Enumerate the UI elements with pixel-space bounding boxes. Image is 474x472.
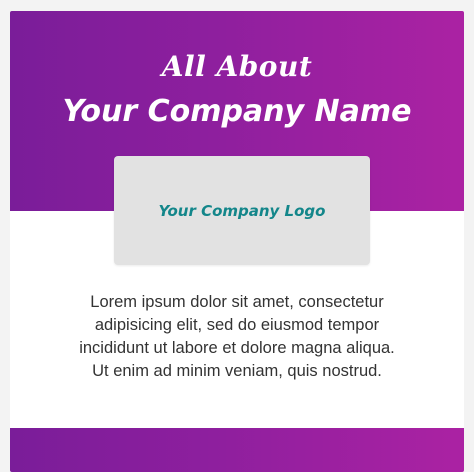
company-card: All About Your Company Name Your Company… (10, 11, 464, 472)
paragraph-line: adipisicing elit, sed do eiusmod tempor (94, 316, 380, 334)
paragraph-line: Lorem ipsum dolor sit amet, consectetur (90, 293, 384, 311)
company-name-heading: Your Company Name (62, 94, 412, 129)
paragraph-line: incididunt ut labore et dolore magna ali… (79, 339, 395, 357)
logo-label: Your Company Logo (158, 201, 326, 220)
description-paragraph: Lorem ipsum dolor sit amet, consectetur … (40, 291, 434, 383)
footer-banner (10, 428, 464, 472)
script-heading: All About (161, 50, 313, 83)
paragraph-line: Ut enim ad minim veniam, quis nostrud. (92, 362, 382, 380)
logo-placeholder: Your Company Logo (114, 156, 370, 265)
